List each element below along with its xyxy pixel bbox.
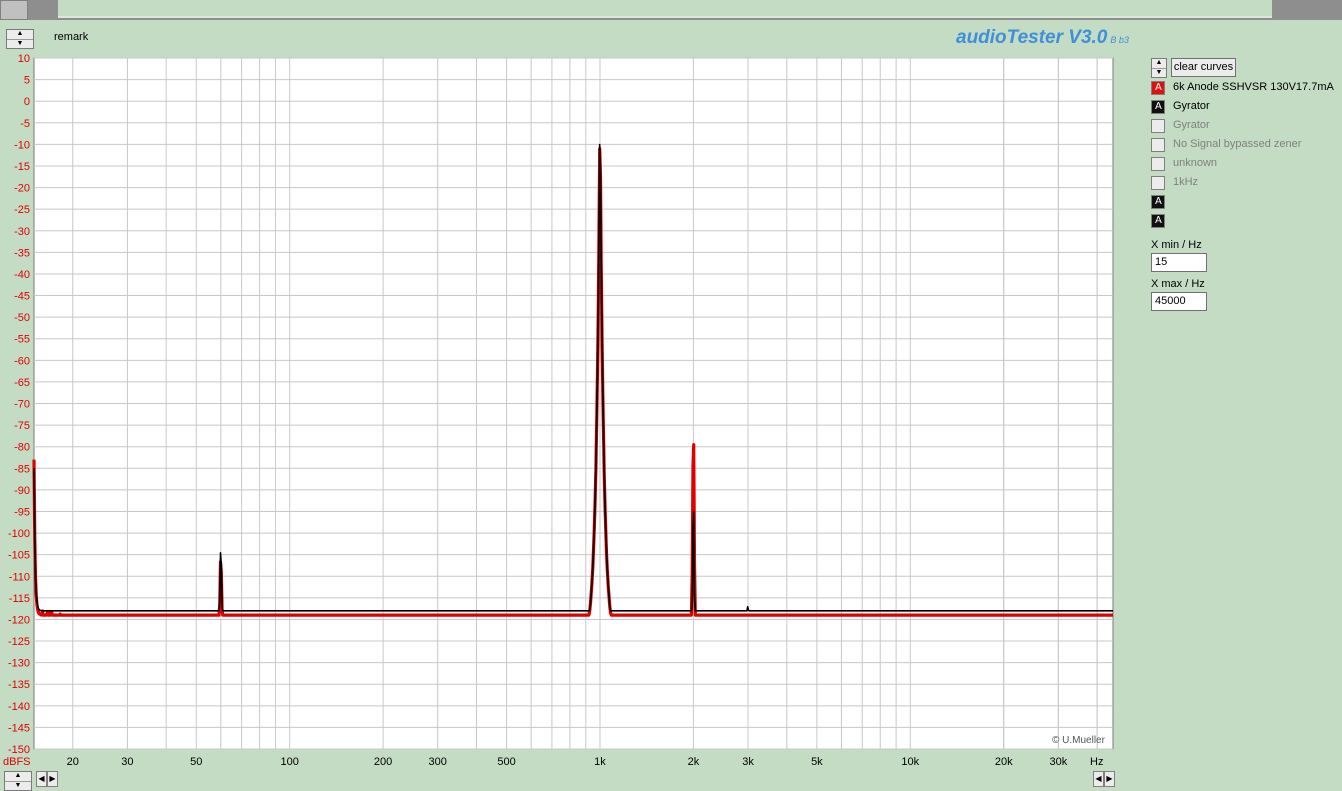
x-tick-label: 50 [190,756,202,768]
y-tick-label: -30 [14,226,30,238]
x-tick-label: 200 [374,756,392,768]
legend-spin-button[interactable]: ▲ ▼ [1151,58,1167,78]
legend-checkbox[interactable] [1151,176,1165,190]
y-tick-label: -65 [14,377,30,389]
y-tick-label: -105 [8,550,30,562]
xmax-label: X max / Hz [1151,278,1205,290]
curve-marker-icon: A [1155,101,1162,112]
x-tick-label: 3k [742,756,754,768]
x-tick-label: 5k [811,756,823,768]
y-tick-label: -95 [14,506,30,518]
y-tick-label: -35 [14,247,30,259]
x-axis-label: Hz [1090,756,1103,768]
y-tick-label: 5 [24,75,30,87]
legend-checkbox[interactable] [1151,157,1165,171]
x-scroll-right-button[interactable]: ▶ [47,771,58,787]
legend-label: 6k Anode SSHVSR 130V17.7mA [1173,81,1334,93]
legend-label: Gyrator [1173,100,1210,112]
copyright-text: © U.Mueller [1052,735,1105,746]
x-tick-label: 20 [67,756,79,768]
x-tick-label: 30k [1049,756,1067,768]
x-tick-label: 20k [995,756,1013,768]
y-tick-label: -5 [20,118,30,130]
y-tick-label: -40 [14,269,30,281]
x-tick-label: 10k [901,756,919,768]
y-tick-label: -140 [8,701,30,713]
y-tick-label: -100 [8,528,30,540]
curve-marker-icon: A [1155,82,1162,93]
curve-marker-icon: A [1155,196,1162,207]
x-tick-labels: 20 30 50 100 200 300 500 1k 2k 3k 5k 10k 20k 30k [67,756,1068,768]
x-scroll-left-button[interactable]: ◀ [36,771,47,787]
legend-label: unknown [1173,157,1218,169]
y-tick-label: -90 [14,485,30,497]
y-tick-label: -50 [14,312,30,324]
x-tick-label: 500 [497,756,515,768]
y-tick-label: -145 [8,722,30,734]
x-tick-label: 300 [429,756,447,768]
y-tick-label: -20 [14,183,30,195]
x-tick-label: 30 [121,756,133,768]
legend-label: No Signal bypassed zener [1173,138,1302,150]
y-tick-label: -75 [14,420,30,432]
legend-checkbox[interactable]: A [1151,81,1165,95]
y-tick-label: -15 [14,161,30,173]
legend-checkbox[interactable] [1151,138,1165,152]
y-tick-label: -135 [8,679,30,691]
x-tick-label: 2k [688,756,700,768]
bottom-spin-button[interactable]: ▲ ▼ [4,771,32,791]
y-tick-label: -110 [9,571,30,583]
y-tick-label: -55 [14,334,30,346]
y-tick-label: -120 [8,614,30,626]
x-scroll-left-button-2[interactable]: ◀ [1093,771,1104,787]
curve-marker-icon: A [1155,215,1162,226]
legend-checkbox[interactable]: A [1151,214,1165,228]
x-tick-label: 1k [594,756,606,768]
y-tick-label: 0 [24,96,30,108]
xmax-input[interactable]: 45000 [1151,292,1207,311]
legend-label: Gyrator [1173,119,1210,131]
y-tick-label: -125 [8,636,30,648]
x-scroll-right-button-2[interactable]: ▶ [1104,771,1115,787]
legend-checkbox[interactable]: A [1151,195,1165,209]
y-tick-label: -25 [14,204,30,216]
legend-label: 1kHz [1173,176,1199,188]
y-tick-labels: 10 5 0 -5 -10 -15 -20 -25 -30 -35 -40 -45 -50 -55 -60 -… [8,53,30,756]
xmin-input[interactable]: 15 [1151,253,1207,272]
y-tick-label: -85 [14,463,30,475]
y-tick-label: 10 [18,53,30,65]
y-tick-label: -130 [8,658,30,670]
y-tick-label: -45 [14,291,30,303]
clear-curves-button[interactable]: clear curves [1171,58,1236,77]
xmin-label: X min / Hz [1151,239,1202,251]
y-tick-label: -80 [14,442,30,454]
y-tick-label: -150 [8,744,30,756]
x-tick-label: 100 [280,756,298,768]
y-tick-label: -10 [14,139,30,151]
y-tick-label: -70 [14,399,30,411]
legend-checkbox[interactable] [1151,119,1165,133]
y-tick-label: -60 [14,355,30,367]
spectrum-chart[interactable]: 1050-5-10-15-20-25-30-35-40-45-50-55-60-… [0,0,1342,791]
y-axis-label: dBFS [3,756,31,768]
legend-checkbox[interactable]: A [1151,100,1165,114]
y-tick-label: -115 [9,593,30,605]
